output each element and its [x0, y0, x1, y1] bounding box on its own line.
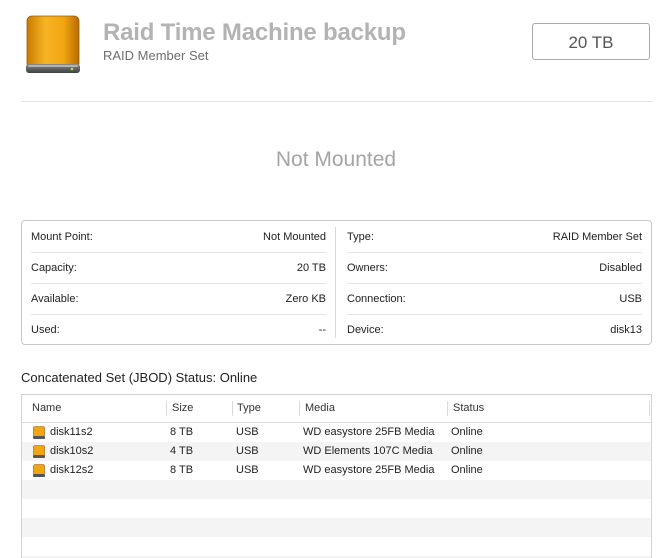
column-divider[interactable] — [447, 401, 448, 416]
empty-row — [22, 537, 651, 556]
external-drive-icon — [26, 15, 80, 73]
column-header-media[interactable]: Media — [305, 395, 335, 422]
info-column-right: Type: RAID Member Set Owners: Disabled C… — [337, 221, 651, 344]
cell-size: 4 TB — [170, 445, 194, 457]
info-row-available: Available: Zero KB — [31, 284, 326, 315]
info-column-left: Mount Point: Not Mounted Capacity: 20 TB… — [22, 221, 335, 344]
info-value: -- — [318, 324, 326, 336]
info-label: Mount Point: — [31, 231, 93, 243]
volume-header: Raid Time Machine backup RAID Member Set… — [0, 0, 672, 101]
info-label: Connection: — [347, 293, 406, 305]
info-label: Capacity: — [31, 262, 77, 274]
info-value: 20 TB — [296, 262, 326, 274]
table-row[interactable]: disk12s2 8 TB USB WD easystore 25FB Medi… — [22, 461, 651, 480]
disk-icon — [33, 445, 45, 458]
cell-status: Online — [451, 426, 483, 438]
info-value: disk13 — [610, 324, 642, 336]
column-divider[interactable] — [166, 401, 167, 416]
column-header-status[interactable]: Status — [453, 395, 484, 422]
info-row-connection: Connection: USB — [347, 284, 642, 315]
info-row-owners: Owners: Disabled — [347, 253, 642, 284]
cell-name: disk12s2 — [50, 464, 94, 476]
empty-row — [22, 518, 651, 537]
info-value: Zero KB — [285, 293, 326, 305]
empty-row — [22, 499, 651, 518]
cell-media: WD Elements 107C Media — [303, 445, 433, 457]
cell-name: disk11s2 — [50, 426, 93, 438]
info-value: USB — [619, 293, 642, 305]
disk-icon — [33, 464, 45, 477]
volume-subtitle: RAID Member Set — [103, 48, 209, 63]
column-divider[interactable] — [232, 401, 233, 416]
mount-status: Not Mounted — [275, 148, 397, 171]
info-panel: Mount Point: Not Mounted Capacity: 20 TB… — [21, 220, 652, 345]
cell-status: Online — [451, 445, 483, 457]
info-row-capacity: Capacity: 20 TB — [31, 253, 326, 284]
header-divider — [21, 101, 652, 102]
info-row-mount-point: Mount Point: Not Mounted — [31, 222, 326, 253]
column-divider — [335, 227, 336, 338]
column-divider[interactable] — [299, 401, 300, 416]
table-row[interactable]: disk10s2 4 TB USB WD Elements 107C Media… — [22, 442, 651, 461]
cell-name: disk10s2 — [50, 445, 94, 457]
empty-row — [22, 480, 651, 499]
column-divider[interactable] — [649, 401, 650, 416]
column-header-size[interactable]: Size — [172, 395, 193, 422]
raid-members-table[interactable]: Name Size Type Media Status disk11s2 8 T… — [21, 394, 652, 558]
cell-size: 8 TB — [170, 426, 194, 438]
info-row-type: Type: RAID Member Set — [347, 222, 642, 253]
info-label: Owners: — [347, 262, 388, 274]
info-label: Device: — [347, 324, 384, 336]
cell-media: WD easystore 25FB Media — [303, 464, 435, 476]
volume-title: Raid Time Machine backup — [103, 19, 406, 46]
cell-size: 8 TB — [170, 464, 194, 476]
capacity-box: 20 TB — [532, 23, 650, 60]
column-header-type[interactable]: Type — [237, 395, 261, 422]
cell-media: WD easystore 25FB Media — [303, 426, 435, 438]
table-header: Name Size Type Media Status — [22, 395, 651, 423]
cell-status: Online — [451, 464, 483, 476]
raid-set-status: Concatenated Set (JBOD) Status: Online — [21, 370, 258, 385]
info-row-used: Used: -- — [31, 315, 326, 346]
info-value: RAID Member Set — [552, 231, 642, 243]
column-header-name[interactable]: Name — [32, 395, 61, 422]
cell-type: USB — [236, 464, 259, 476]
info-value: Not Mounted — [263, 231, 326, 243]
table-row[interactable]: disk11s2 8 TB USB WD easystore 25FB Medi… — [22, 423, 651, 442]
disk-icon — [33, 426, 45, 439]
info-value: Disabled — [599, 262, 642, 274]
info-label: Type: — [347, 231, 374, 243]
info-label: Available: — [31, 293, 79, 305]
cell-type: USB — [236, 426, 259, 438]
cell-type: USB — [236, 445, 259, 457]
info-label: Used: — [31, 324, 60, 336]
info-row-device: Device: disk13 — [347, 315, 642, 346]
